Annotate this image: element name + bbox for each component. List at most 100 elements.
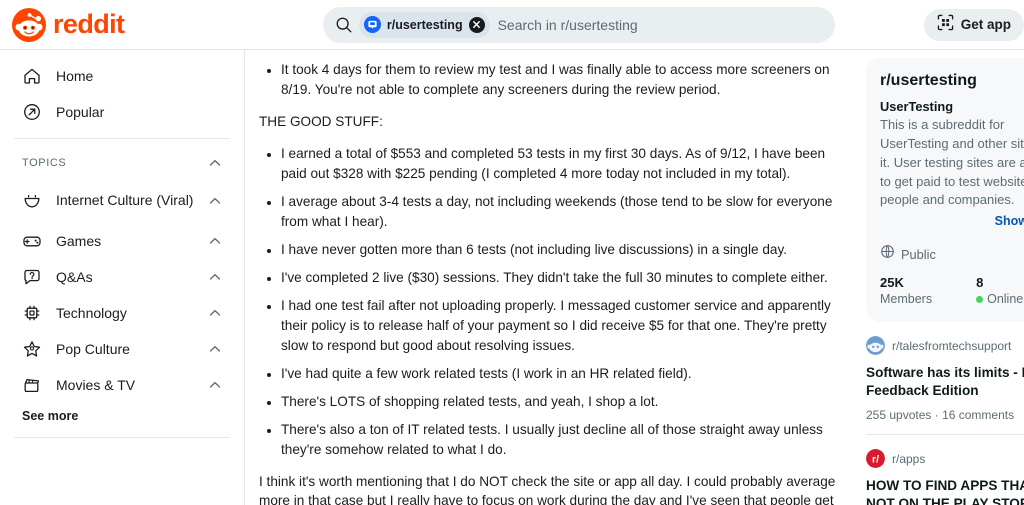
search-scope-chip[interactable]: r/usertesting — [358, 11, 490, 38]
clapperboard-icon — [22, 375, 42, 395]
top-navigation-bar: reddit r/usertesting Search in r/usertes… — [0, 0, 1024, 50]
chevron-up-icon[interactable] — [208, 342, 222, 356]
recommended-post-header: r/ r/apps — [866, 449, 1024, 469]
recommended-post-stats: 255 upvotes · 16 comments — [866, 408, 1024, 422]
sidebar-item-label: Home — [56, 67, 94, 84]
home-icon — [22, 66, 42, 86]
upvote-count: 255 upvotes — [866, 408, 932, 423]
chip-icon — [22, 303, 42, 323]
community-stats: 25K Members 8 Online — [880, 275, 1024, 306]
sidebar-item-popular[interactable]: Popular — [12, 94, 232, 130]
reddit-wordmark: reddit — [53, 9, 125, 39]
show-more-button[interactable]: Show more — [880, 214, 1024, 228]
star-icon — [22, 339, 42, 359]
snoo-avatar-icon — [866, 336, 885, 356]
list-item: I've completed 2 live ($30) sessions. Th… — [281, 268, 838, 288]
search-input[interactable] — [495, 16, 823, 33]
chevron-up-icon[interactable] — [208, 306, 222, 320]
community-name: r/usertesting — [880, 72, 977, 89]
online-count: 8 — [976, 275, 984, 291]
online-status-dot — [976, 295, 984, 303]
stats-separator: · — [934, 408, 943, 423]
list-item: There's also a ton of IT related tests. … — [281, 420, 838, 460]
sidebar-item-label: Games — [56, 232, 102, 249]
reddit-page: reddit r/usertesting Search in r/usertes… — [0, 0, 1024, 505]
chevron-up-icon[interactable] — [208, 378, 222, 392]
left-sidebar: Home Popular TOPICS Internet Culture (Vi… — [0, 50, 245, 505]
list-item: It took 4 days for them to review my tes… — [281, 60, 838, 100]
sidebar-item-label: Q&As — [56, 268, 93, 285]
sidebar-item-home[interactable]: Home — [12, 58, 232, 94]
members-stat: 25K Members — [880, 275, 932, 306]
recommended-post-header: r/talesfromtechsupport — [866, 336, 1024, 356]
closing-paragraph: I think it's worth mentioning that I do … — [259, 473, 836, 505]
search-scope-label: r/usertesting — [386, 17, 463, 32]
sidebar-item-games[interactable]: Games — [12, 223, 232, 259]
section-heading: THE GOOD STUFF: — [259, 113, 383, 129]
sidebar-item-internet-culture[interactable]: Internet Culture (Viral) — [12, 179, 232, 223]
recommended-post-subreddit[interactable]: r/apps — [892, 452, 925, 466]
list-item: There's LOTS of shopping related tests, … — [281, 392, 838, 412]
get-app-label: Get app — [960, 17, 1011, 32]
community-info-card: r/usertesting UserTesting This is a subr… — [866, 58, 1024, 323]
members-count: 25K — [880, 275, 904, 291]
online-label: Online — [987, 292, 1024, 307]
qr-code-icon — [937, 14, 954, 36]
close-icon[interactable] — [468, 16, 485, 33]
reddit-home-logo[interactable]: reddit — [12, 7, 242, 42]
sidebar-item-qas[interactable]: Q&As — [12, 259, 232, 295]
search-area: r/usertesting — [242, 6, 924, 43]
subreddit-avatar-icon — [363, 16, 381, 33]
see-more-topics-button[interactable]: See more — [12, 403, 88, 429]
list-item: I earned a total of $553 and completed 5… — [281, 144, 838, 184]
sidebar-divider — [14, 437, 230, 438]
list-item: I average about 3-4 tests a day, not inc… — [281, 192, 838, 232]
recommended-post[interactable]: r/ r/apps HOW TO FIND APPS THAT ARE NOT … — [866, 435, 1024, 505]
search-icon — [335, 16, 353, 34]
recommended-post-title[interactable]: HOW TO FIND APPS THAT ARE NOT ON THE PLA… — [866, 477, 1024, 505]
sidebar-item-label: Pop Culture — [56, 340, 130, 357]
gamepad-icon — [22, 231, 42, 251]
sidebar-item-label: Technology — [56, 304, 127, 321]
sidebar-item-label: Popular — [56, 103, 105, 120]
recommended-post[interactable]: r/talesfromtechsupport Software has its … — [866, 322, 1024, 422]
chevron-up-icon[interactable] — [208, 270, 222, 284]
page-body: Home Popular TOPICS Internet Culture (Vi… — [0, 50, 1024, 505]
sidebar-item-label: Internet Culture (Viral) — [56, 192, 194, 209]
community-description: This is a subreddit for UserTesting and … — [880, 117, 1024, 208]
sidebar-item-label: Movies & TV — [56, 376, 136, 393]
list-item: I've had quite a few work related tests … — [281, 364, 838, 384]
right-sidebar: r/usertesting UserTesting This is a subr… — [856, 50, 1024, 505]
chevron-up-icon[interactable] — [208, 194, 222, 208]
topics-section-title: TOPICS — [22, 157, 67, 169]
svg-text:r/: r/ — [872, 455, 879, 466]
sidebar-item-movies-tv[interactable]: Movies & TV — [12, 367, 232, 403]
intro-bullet-list: It took 4 days for them to review my tes… — [259, 60, 838, 100]
get-app-button[interactable]: Get app — [923, 8, 1024, 41]
r-slash-avatar-icon: r/ — [866, 449, 885, 469]
chevron-up-icon — [208, 156, 222, 170]
community-display-name: UserTesting — [880, 99, 954, 114]
sidebar-item-technology[interactable]: Technology — [12, 295, 232, 331]
question-bubble-icon — [22, 267, 42, 287]
chevron-up-icon[interactable] — [208, 234, 222, 248]
popular-arrow-icon — [22, 102, 42, 122]
smiley-icon — [22, 191, 42, 211]
search-bar[interactable]: r/usertesting — [322, 6, 835, 43]
post-body-content: It took 4 days for them to review my tes… — [245, 50, 856, 505]
reddit-snoo-icon — [12, 7, 46, 42]
community-visibility: Public — [880, 244, 1024, 264]
comment-count: 16 comments — [942, 408, 1015, 423]
members-label: Members — [880, 292, 933, 307]
globe-icon — [880, 244, 895, 264]
recommended-post-title[interactable]: Software has its limits - Positive Feedb… — [866, 364, 1024, 400]
online-label-wrap: Online — [976, 292, 1023, 306]
sidebar-item-pop-culture[interactable]: Pop Culture — [12, 331, 232, 367]
recommended-post-subreddit[interactable]: r/talesfromtechsupport — [892, 339, 1011, 353]
good-stuff-bullet-list: I earned a total of $553 and completed 5… — [259, 144, 838, 460]
visibility-label: Public — [901, 246, 936, 262]
sidebar-divider — [14, 138, 230, 139]
online-stat: 8 Online — [976, 275, 1023, 306]
topics-section-header[interactable]: TOPICS — [12, 147, 232, 179]
list-item: I have never gotten more than 6 tests (n… — [281, 240, 838, 260]
